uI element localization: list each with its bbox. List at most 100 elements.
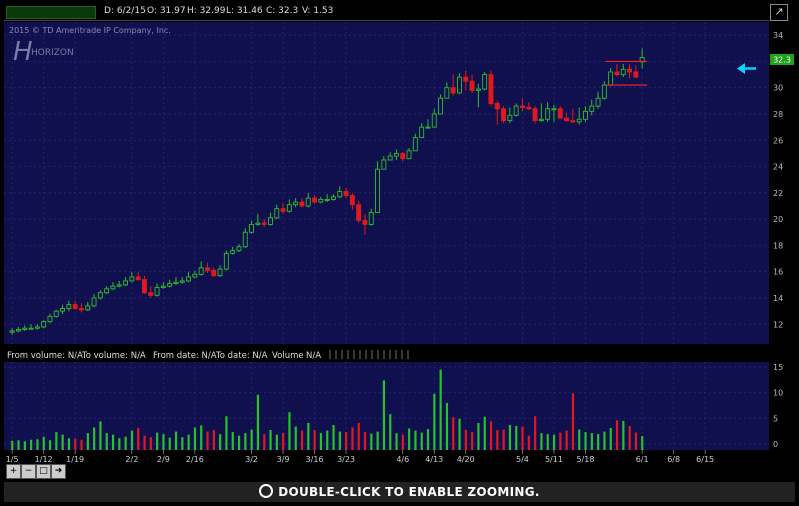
candle-body bbox=[551, 108, 557, 111]
candle-body bbox=[280, 208, 286, 212]
candle-body bbox=[381, 159, 387, 170]
candle-body bbox=[123, 280, 129, 286]
chart-window: D: 6/2/15 O: 31.97 H: 32.99 L: 31.46 C: … bbox=[0, 0, 799, 506]
x-tick-label: 6/15 bbox=[696, 455, 714, 464]
candle-body bbox=[141, 279, 147, 294]
candle-body bbox=[293, 201, 299, 206]
price-tick-label: 20 bbox=[773, 215, 783, 224]
candle-body bbox=[204, 267, 210, 271]
volume-bar bbox=[93, 427, 96, 450]
candle-body bbox=[41, 321, 47, 328]
candle-body bbox=[444, 87, 450, 99]
candle bbox=[501, 106, 506, 124]
x-tick-label: 4/6 bbox=[396, 455, 409, 464]
volume-bar bbox=[269, 430, 272, 450]
zoom-hint-bar[interactable]: DOUBLE-CLICK TO ENABLE ZOOMING. bbox=[4, 482, 795, 502]
volume-bar bbox=[111, 434, 115, 450]
candle-body bbox=[469, 80, 475, 91]
x-tick-label: 5/4 bbox=[516, 455, 529, 464]
price-tick-label: 26 bbox=[773, 136, 783, 145]
candle-body bbox=[110, 285, 116, 290]
candle-body bbox=[299, 201, 305, 207]
candle bbox=[482, 71, 488, 91]
candle-body bbox=[513, 105, 519, 116]
volume-bar bbox=[376, 431, 379, 450]
volume-bar bbox=[307, 422, 310, 450]
volume-bar bbox=[275, 434, 278, 450]
candle-body bbox=[236, 246, 242, 252]
volume-bar bbox=[458, 418, 461, 450]
candle bbox=[53, 309, 59, 318]
volume-bar bbox=[471, 432, 474, 450]
candle-body bbox=[431, 113, 437, 128]
volume-bar bbox=[414, 430, 417, 450]
candle-body bbox=[526, 106, 532, 110]
volume-bar bbox=[540, 433, 543, 450]
x-tick-label: 2/9 bbox=[157, 455, 170, 464]
zoom-fit-icon[interactable]: □ bbox=[36, 464, 51, 479]
volume-bar bbox=[527, 435, 530, 450]
candle-body bbox=[22, 327, 28, 330]
zoom-out-icon[interactable]: − bbox=[21, 464, 36, 479]
candle-body bbox=[614, 71, 620, 76]
candle-body bbox=[135, 276, 141, 281]
price-tick-label: 34 bbox=[773, 31, 783, 40]
volume-bar bbox=[641, 436, 644, 450]
candle-body bbox=[305, 197, 311, 207]
candle-body bbox=[331, 196, 336, 200]
from-volume-label: From volume: N/A bbox=[7, 351, 83, 361]
candle-body bbox=[230, 250, 236, 254]
volume-bar bbox=[389, 414, 392, 450]
volume-bar bbox=[61, 434, 64, 450]
candle-body bbox=[97, 292, 103, 299]
candle-body bbox=[242, 231, 248, 248]
candle-body bbox=[412, 137, 418, 152]
candle-body bbox=[557, 108, 563, 119]
candle-body bbox=[375, 168, 380, 214]
volume-bar bbox=[521, 426, 524, 450]
volume-bar bbox=[149, 437, 152, 450]
candle-body bbox=[261, 222, 267, 225]
volume-tick-label: 5 bbox=[773, 414, 778, 423]
candle-body bbox=[400, 152, 406, 160]
volume-bar bbox=[225, 416, 228, 450]
volume-bar bbox=[502, 429, 505, 450]
volume-bar bbox=[23, 441, 26, 450]
candle-body bbox=[249, 223, 255, 233]
volume-bar bbox=[124, 436, 127, 450]
volume-bar bbox=[615, 420, 619, 450]
volume-bar bbox=[174, 431, 178, 450]
volume-bar bbox=[300, 430, 304, 450]
volume-bar bbox=[319, 433, 323, 450]
candle-body bbox=[564, 117, 569, 122]
volume-bar bbox=[193, 427, 197, 450]
candle-body bbox=[104, 288, 110, 294]
candle-body bbox=[223, 252, 229, 270]
candle bbox=[41, 320, 47, 329]
x-tick-label: 5/18 bbox=[576, 455, 594, 464]
volume-bar bbox=[439, 369, 442, 450]
candle-body bbox=[620, 68, 626, 76]
zoom-in-icon[interactable]: + bbox=[6, 464, 21, 479]
x-tick-label: 5/11 bbox=[545, 455, 563, 464]
candle-body bbox=[356, 204, 362, 221]
candle bbox=[488, 70, 494, 107]
volume-bar bbox=[11, 440, 14, 450]
arrow-right-icon[interactable]: ➜ bbox=[51, 464, 66, 479]
candle-body bbox=[494, 103, 500, 110]
volume-bar bbox=[477, 422, 480, 450]
volume-bar bbox=[162, 434, 165, 450]
candle-body bbox=[78, 308, 84, 311]
candle-body bbox=[28, 327, 34, 330]
svg-text:H: H bbox=[13, 37, 33, 67]
volume-bar bbox=[433, 393, 436, 450]
candle-body bbox=[457, 76, 462, 94]
candle-body bbox=[589, 105, 595, 112]
candle bbox=[223, 250, 229, 271]
candle-body bbox=[362, 220, 368, 225]
volume-bar bbox=[382, 380, 386, 450]
volume-bar bbox=[395, 433, 398, 450]
candle-body bbox=[450, 87, 456, 94]
candle-body bbox=[482, 74, 488, 90]
price-panel bbox=[4, 22, 769, 344]
